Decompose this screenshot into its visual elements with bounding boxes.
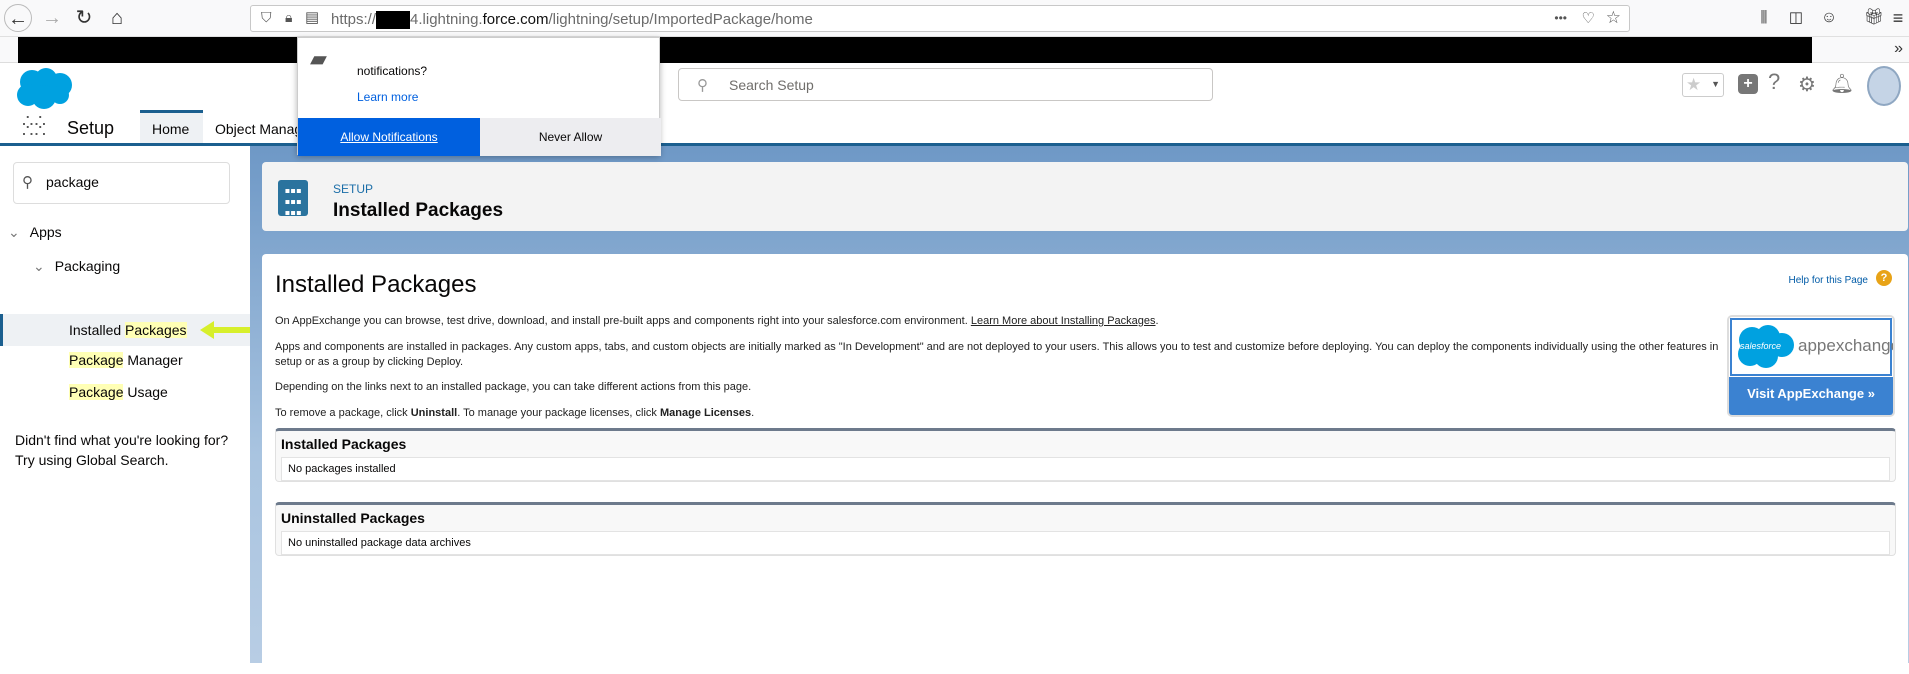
star-icon: ★ [1686, 75, 1702, 94]
page-header: ▪▪▪ ▪▪▪ ▪▪▪ SETUP Installed Packages [262, 162, 1908, 231]
item-label: Installed [69, 322, 126, 338]
help-icon[interactable]: ? [1876, 270, 1892, 286]
learn-more-link[interactable]: Learn More about Installing Packages [971, 315, 1156, 327]
intro-paragraph: On AppExchange you can browse, test driv… [275, 315, 1159, 327]
remove-paragraph: To remove a package, click Uninstall. To… [275, 407, 755, 419]
favorites-button[interactable]: ★ ▼ [1682, 73, 1724, 97]
chevron-down-icon: ⌄ [8, 224, 20, 240]
pocket-icon[interactable]: ♡ [1582, 9, 1595, 27]
tree-apps[interactable]: ⌄ Apps [8, 224, 62, 241]
global-actions-plus-icon[interactable]: + [1738, 74, 1758, 94]
bookmarks-bar: » [0, 37, 1909, 63]
avatar[interactable] [1867, 66, 1901, 106]
content-card: Installed Packages Help for this Page ? … [262, 254, 1908, 674]
not-found-line: Didn't find what you're looking for? [15, 432, 229, 448]
quick-find-value: package [46, 174, 99, 190]
home-icon[interactable]: ⌂ [103, 4, 131, 32]
app-name: Setup [67, 118, 115, 138]
appexchange-logo: salesforce appexchange [1730, 318, 1895, 376]
not-found-text: Didn't find what you're looking for? Try … [15, 430, 228, 470]
text: On AppExchange you can browse, test driv… [275, 315, 971, 327]
search-icon: ⚲ [22, 174, 33, 191]
search-setup-input[interactable]: ⚲ Search Setup [678, 68, 1213, 101]
browser-toolbar: ← → ↻ ⌂ ⛉ 🔒︎ ▤ https://4.lightning.force… [0, 0, 1909, 37]
installed-packages-section: Installed Packages No packages installed [275, 428, 1896, 482]
page-actions-icon[interactable]: ••• [1554, 11, 1567, 25]
gear-icon[interactable]: ⚙ [1798, 72, 1816, 97]
url-bar[interactable]: ⛉ 🔒︎ ▤ https://4.lightning.force.com/lig… [250, 5, 1630, 32]
account-icon[interactable]: ☺ [1815, 4, 1843, 32]
back-icon[interactable]: ← [4, 4, 32, 32]
salesforce-logo[interactable] [14, 67, 74, 109]
packages-paragraph: Apps and components are installed in pac… [275, 341, 1719, 368]
overflow-chevron-icon[interactable]: » [1894, 40, 1903, 58]
menu-icon[interactable]: ≡ [1884, 4, 1909, 32]
allow-notifications-button[interactable]: Allow Notifications [298, 118, 480, 156]
section-title: Uninstalled Packages [281, 510, 425, 526]
never-allow-button[interactable]: Never Allow [480, 118, 661, 156]
chat-icon: ▰ [310, 46, 327, 71]
help-icon[interactable]: ? [1768, 69, 1780, 95]
appexchange-box: salesforce appexchange Visit AppExchange… [1727, 315, 1895, 417]
tree-label: Packaging [54, 258, 121, 274]
notification-permission-popup: ▰ notifications? Learn more Allow Notifi… [297, 37, 661, 156]
app-launcher-icon[interactable]: ∴∴ ∴∴ [22, 112, 46, 140]
popup-question: notifications? [357, 64, 428, 78]
tree-label: Apps [29, 224, 62, 240]
item-label: Manager [123, 352, 183, 368]
sidebar-item-package-manager[interactable]: Package Manager [69, 352, 183, 368]
item-highlight: Package [69, 384, 124, 400]
chevron-down-icon: ▼ [1711, 79, 1720, 89]
quick-find-input[interactable]: ⚲ package [13, 162, 230, 204]
visit-appexchange-button[interactable]: Visit AppExchange » [1729, 377, 1893, 415]
chevron-down-icon: ⌄ [33, 258, 45, 274]
lock-icon: 🔒︎ [285, 9, 293, 25]
search-icon: ⚲ [697, 77, 708, 94]
tree-packaging[interactable]: ⌄ Packaging [33, 258, 120, 275]
tab-home[interactable]: Home [140, 110, 203, 143]
sidebar-icon[interactable]: ◫ [1782, 4, 1810, 32]
library-icon[interactable]: ⫼ [1750, 4, 1778, 32]
setup-grid-icon: ▪▪▪ ▪▪▪ ▪▪▪ [278, 180, 308, 222]
help-link[interactable]: Help for this Page [1789, 275, 1869, 286]
empty-row: No uninstalled package data archives [281, 531, 1890, 555]
page-eyebrow: SETUP [333, 182, 374, 196]
notification-permission-icon[interactable]: ▤ [305, 8, 319, 26]
url-text: https://4.lightning.force.com/lightning/… [331, 11, 813, 30]
brand-text: appexchange [1798, 336, 1895, 355]
bookmark-star-icon[interactable]: ☆ [1606, 8, 1621, 28]
nav-bar: ∴∴ ∴∴ Setup Home Object Manager [0, 110, 1909, 146]
learn-more-link[interactable]: Learn more [357, 90, 418, 104]
uninstalled-packages-section: Uninstalled Packages No uninstalled pack… [275, 502, 1896, 556]
shield-icon: ⛉ [261, 9, 272, 25]
empty-row: No packages installed [281, 457, 1890, 481]
section-title: Installed Packages [281, 436, 407, 452]
not-found-line: Try using Global Search. [15, 452, 169, 468]
logo-text: salesforce [1740, 341, 1782, 351]
sidebar-item-package-usage[interactable]: Package Usage [69, 384, 168, 400]
redacted-bar [18, 37, 1812, 63]
forward-icon[interactable]: → [38, 4, 66, 32]
content-title: Installed Packages [275, 271, 477, 298]
setup-sidebar: ⚲ package ⌄ Apps ⌄ Packaging Installed Pac… [0, 146, 250, 663]
bell-icon[interactable]: 🔔︎ [1830, 72, 1854, 96]
actions-paragraph: Depending on the links next to an instal… [275, 381, 752, 393]
reload-icon[interactable]: ↻ [70, 4, 98, 32]
item-label: Usage [123, 384, 168, 400]
item-highlight: Packages [125, 322, 187, 338]
item-highlight: Package [69, 352, 124, 368]
page-title: Installed Packages [333, 200, 504, 221]
search-placeholder: Search Setup [729, 77, 814, 93]
